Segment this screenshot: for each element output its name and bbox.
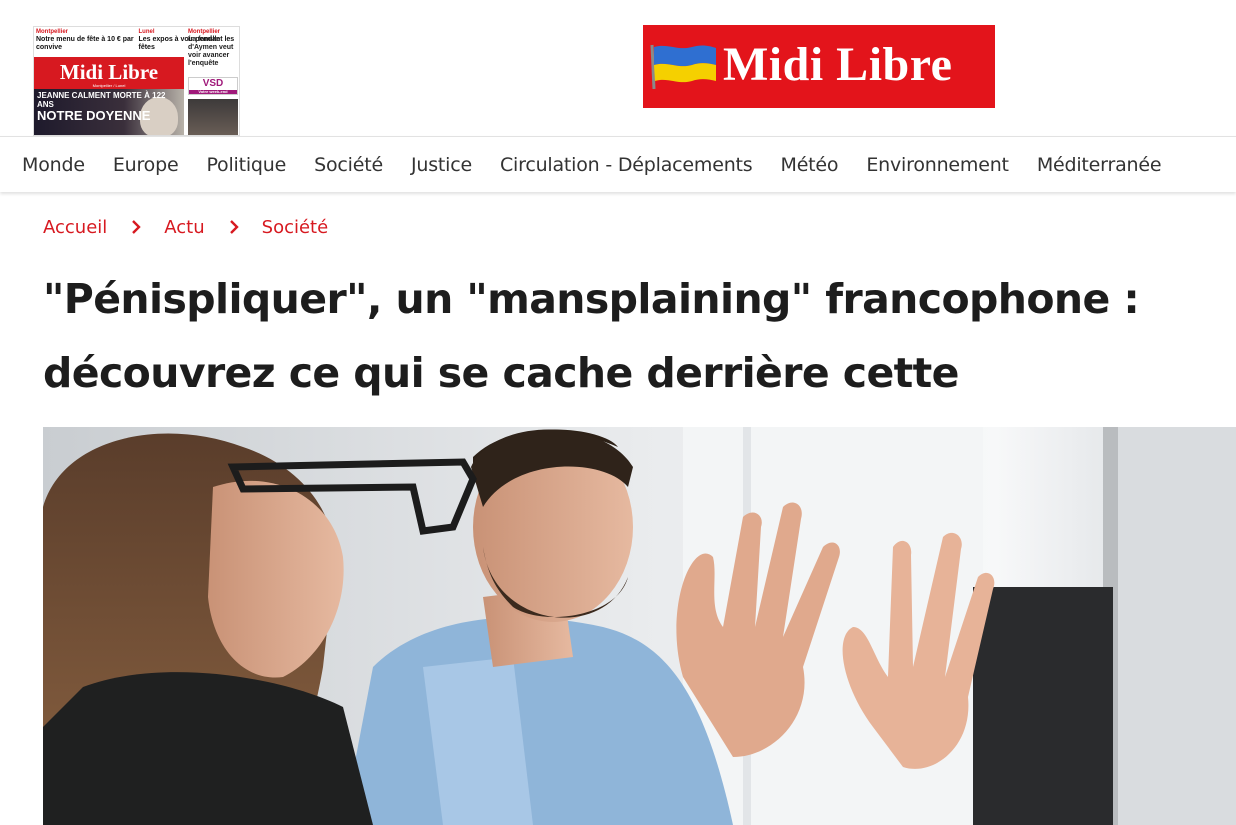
headline-big: NOTRE DOYENNE [37, 108, 151, 123]
hero-photo-illustration [43, 427, 1236, 825]
nav-item-societe[interactable]: Société [314, 154, 383, 176]
vsd-subtitle: Votre week-end [189, 90, 237, 94]
nav-item-monde[interactable]: Monde [22, 154, 85, 176]
nav-item-justice[interactable]: Justice [411, 154, 472, 176]
nav-item-europe[interactable]: Europe [113, 154, 179, 176]
logo-text: Midi Libre [723, 38, 953, 91]
breadcrumb-item-actu[interactable]: Actu [164, 217, 204, 238]
main-navigation: Monde Europe Politique Société Justice C… [0, 136, 1236, 192]
nav-item-circulation[interactable]: Circulation - Déplacements [500, 154, 753, 176]
story-city: Montpellier [188, 29, 221, 35]
site-logo[interactable]: Midi Libre [643, 25, 995, 108]
ukraine-flag-icon [650, 44, 716, 89]
story-text: La famille d'Aymen veut voir avancer l'e… [188, 36, 234, 67]
headline-top: JEANNE CALMENT MORTE À 122 ANS [37, 91, 166, 109]
breadcrumb-item-accueil[interactable]: Accueil [43, 217, 107, 238]
nav-item-environnement[interactable]: Environnement [866, 154, 1009, 176]
nav-item-politique[interactable]: Politique [206, 154, 286, 176]
chevron-right-icon [228, 220, 240, 234]
front-page-story: Montpellier La famille d'Aymen veut voir… [186, 27, 239, 69]
front-page-headline: JEANNE CALMENT MORTE À 122 ANS NOTRE DOY… [34, 89, 184, 135]
masthead-subtitle: Montpellier / Lunel [92, 83, 126, 88]
nav-item-meteo[interactable]: Météo [781, 154, 839, 176]
vsd-label: VSD [202, 78, 224, 89]
site-header: Montpellier Notre menu de fête à 10 € pa… [0, 0, 1236, 136]
story-text: Notre menu de fête à 10 € par convive [36, 36, 134, 51]
newspaper-front-page-thumbnail[interactable]: Montpellier Notre menu de fête à 10 € pa… [33, 26, 240, 136]
front-page-story: Montpellier Notre menu de fête à 10 € pa… [34, 27, 137, 57]
masthead-text: Midi Libre [59, 60, 159, 84]
breadcrumb-item-societe[interactable]: Société [262, 217, 329, 238]
article-hero-image [43, 427, 1236, 825]
front-page-right-column: Montpellier La famille d'Aymen veut voir… [186, 27, 239, 135]
breadcrumb: Accueil Actu Société [43, 213, 328, 241]
nav-item-mediterranee[interactable]: Méditerranée [1037, 154, 1162, 176]
front-page-photo [188, 99, 238, 135]
vsd-badge: VSD Votre week-end [188, 77, 238, 95]
chevron-right-icon [130, 220, 142, 234]
story-city: Montpellier [36, 29, 69, 35]
front-page-masthead: Midi Libre Montpellier / Lunel [34, 57, 184, 89]
